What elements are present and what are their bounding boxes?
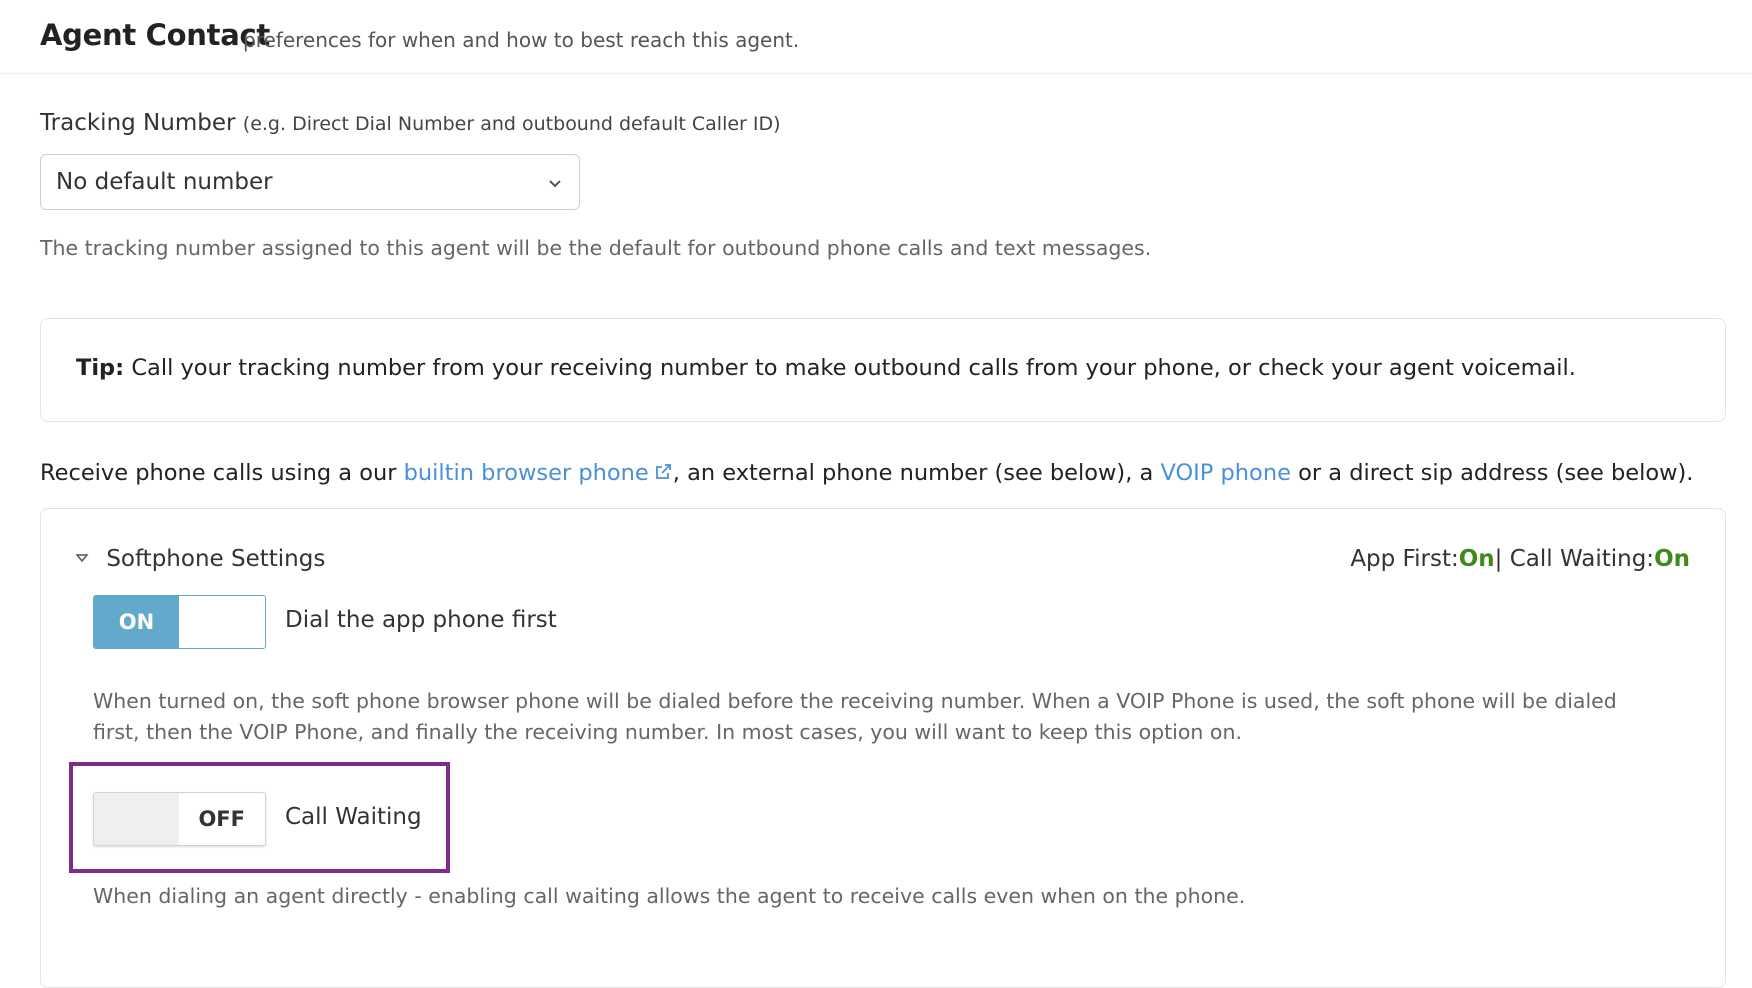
section-subtitle: preferences for when and how to best rea… bbox=[243, 28, 800, 52]
status-separator: | bbox=[1494, 546, 1503, 572]
section-title: Agent Contact bbox=[40, 18, 270, 52]
receive-text-3: or a direct sip address (see below). bbox=[1290, 460, 1694, 486]
external-link-icon bbox=[655, 464, 671, 479]
builtin-browser-phone-link[interactable]: builtin browser phone bbox=[404, 460, 673, 486]
call-waiting-label: Call Waiting bbox=[285, 804, 422, 830]
dial-app-first-toggle[interactable]: ON bbox=[93, 595, 266, 649]
toggle-on-label: ON bbox=[94, 596, 179, 648]
call-waiting-status-label: Call Waiting: bbox=[1509, 546, 1655, 572]
tip-box: Tip: Call your tracking number from your… bbox=[40, 318, 1726, 422]
tracking-number-select[interactable]: No default number bbox=[40, 154, 580, 210]
softphone-status: App First:On| Call Waiting:On bbox=[1350, 546, 1690, 572]
softphone-panel bbox=[40, 508, 1726, 988]
toggle-knob bbox=[94, 793, 179, 845]
tip-body: Call your tracking number from your rece… bbox=[131, 355, 1576, 381]
tracking-number-hint: (e.g. Direct Dial Number and outbound de… bbox=[242, 113, 781, 135]
softphone-settings-title: Softphone Settings bbox=[106, 546, 326, 572]
chevron-down-icon bbox=[549, 180, 561, 188]
tracking-number-help: The tracking number assigned to this age… bbox=[40, 236, 1152, 260]
app-first-value: On bbox=[1458, 546, 1495, 572]
tracking-number-label: Tracking Number (e.g. Direct Dial Number… bbox=[40, 110, 781, 136]
receive-calls-text: Receive phone calls using a our builtin … bbox=[40, 460, 1693, 486]
dial-app-first-label: Dial the app phone first bbox=[285, 607, 557, 633]
tip-prefix: Tip: bbox=[76, 355, 125, 381]
receive-text-1: Receive phone calls using a our bbox=[40, 460, 404, 486]
voip-phone-link[interactable]: VOIP phone bbox=[1160, 460, 1290, 486]
call-waiting-description: When dialing an agent directly - enablin… bbox=[93, 884, 1246, 908]
tip-text: Tip: Call your tracking number from your… bbox=[76, 355, 1576, 381]
softphone-settings-toggle[interactable]: Softphone Settings bbox=[75, 546, 325, 572]
section-header: Agent Contact preferences for when and h… bbox=[0, 0, 1752, 74]
builtin-browser-phone-link-text: builtin browser phone bbox=[403, 460, 649, 486]
dial-app-first-description: When turned on, the soft phone browser p… bbox=[93, 689, 1617, 744]
app-first-label: App First: bbox=[1350, 546, 1459, 572]
tracking-number-selected-value: No default number bbox=[56, 169, 273, 195]
call-waiting-toggle[interactable]: OFF bbox=[93, 792, 266, 846]
toggle-off-label: OFF bbox=[198, 807, 245, 831]
receive-text-2: , an external phone number (see below), … bbox=[672, 460, 1161, 486]
tracking-number-label-text: Tracking Number bbox=[40, 110, 236, 136]
caret-down-icon bbox=[75, 554, 89, 563]
call-waiting-status-value: On bbox=[1654, 546, 1690, 572]
